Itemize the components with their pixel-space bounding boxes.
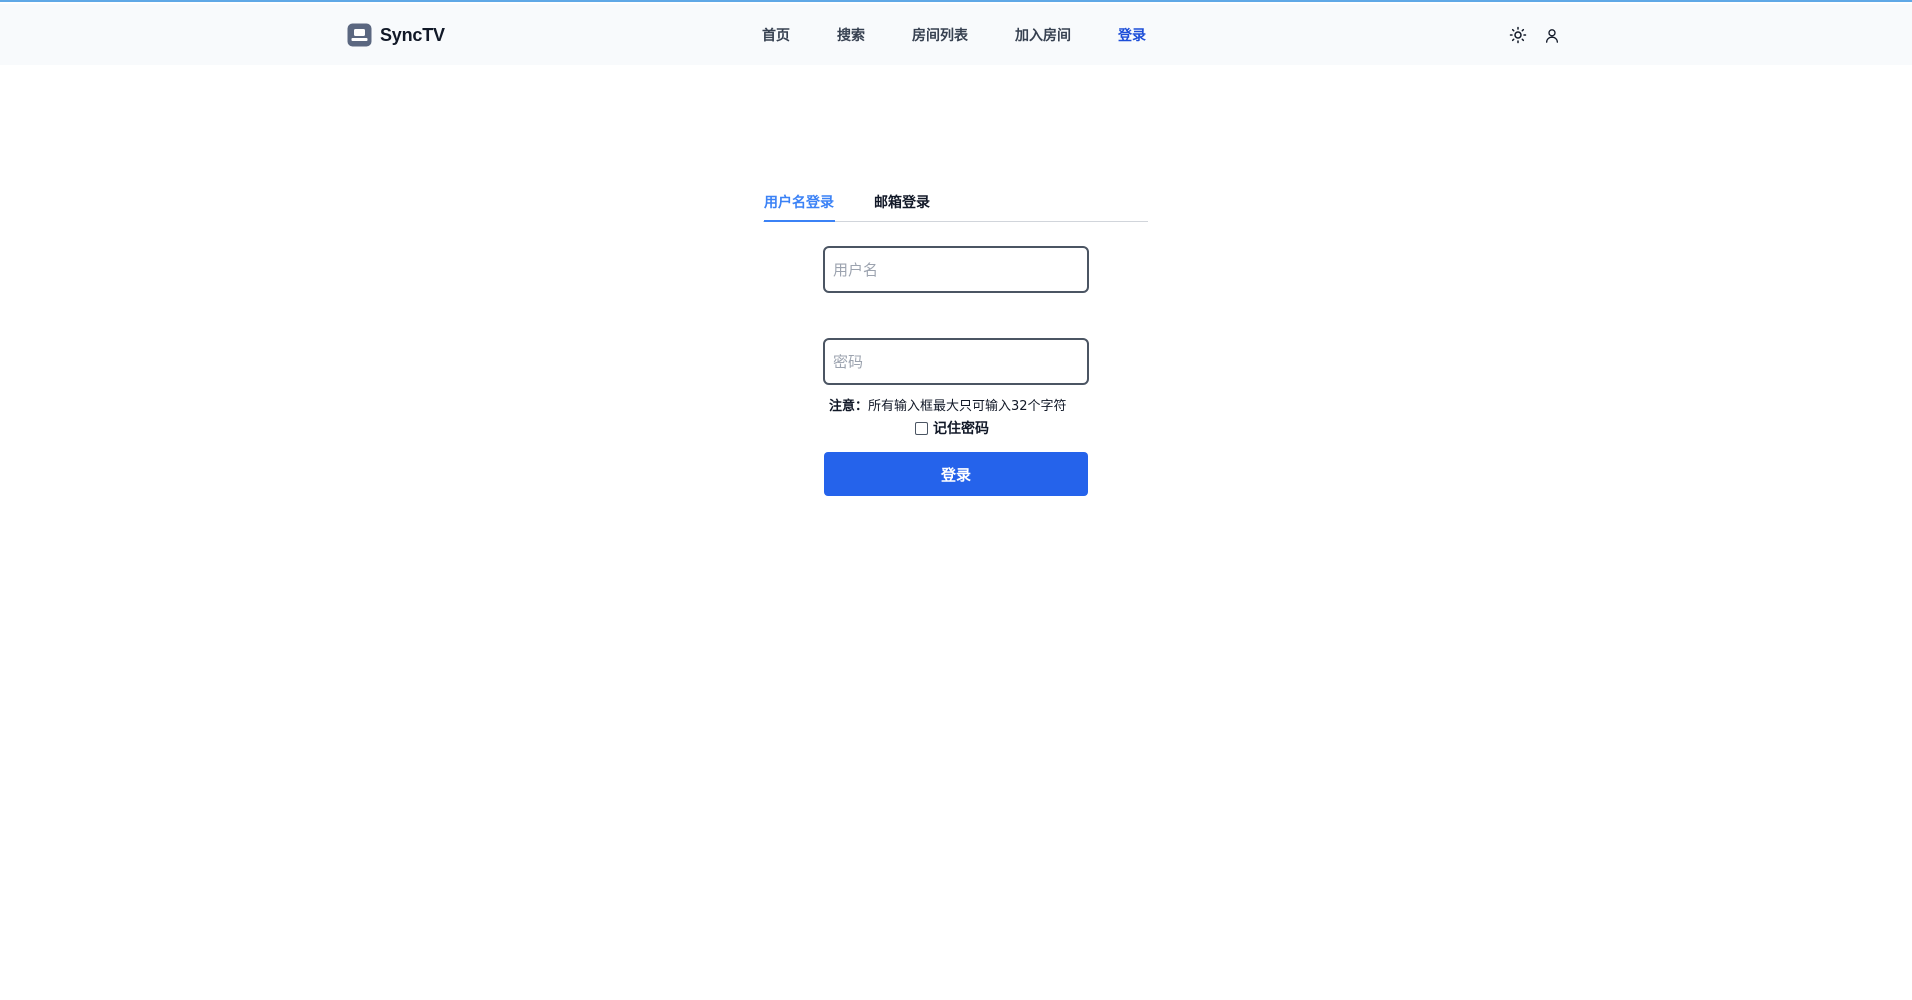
- username-input[interactable]: [823, 246, 1089, 293]
- account-button[interactable]: [1542, 25, 1562, 45]
- login-submit-button[interactable]: 登录: [824, 452, 1088, 496]
- brand-name: SyncTV: [380, 24, 445, 45]
- brand[interactable]: SyncTV: [347, 22, 445, 48]
- input-length-notice: 注意：所有输入框最大只可输入32个字符: [829, 395, 1089, 415]
- password-input[interactable]: [823, 338, 1089, 385]
- notice-text: 所有输入框最大只可输入32个字符: [868, 399, 1067, 414]
- tab-username-login[interactable]: 用户名登录: [764, 192, 835, 222]
- main-nav: 首页 搜索 房间列表 加入房间 登录: [762, 24, 1146, 46]
- nav-login[interactable]: 登录: [1118, 25, 1146, 45]
- sun-icon: [1509, 26, 1527, 44]
- top-navbar: SyncTV 首页 搜索 房间列表 加入房间 登录: [0, 4, 1912, 65]
- nav-join-room[interactable]: 加入房间: [1015, 25, 1071, 45]
- login-tabs: 用户名登录 邮箱登录: [763, 184, 1148, 222]
- user-icon: [1546, 28, 1558, 43]
- remember-password-checkbox[interactable]: [915, 421, 928, 435]
- theme-toggle-button[interactable]: [1508, 25, 1528, 45]
- tv-logo-icon: [347, 23, 372, 47]
- remember-password-label: 记住密码: [933, 421, 989, 437]
- app-window: SyncTV 首页 搜索 房间列表 加入房间 登录 用户名登录 邮箱登录 用户名…: [0, 0, 1912, 1000]
- header-actions: [1508, 23, 1562, 47]
- remember-password[interactable]: 记住密码: [915, 418, 989, 438]
- notice-label: 注意：: [829, 399, 869, 414]
- tab-email-login[interactable]: 邮箱登录: [874, 192, 934, 222]
- nav-search[interactable]: 搜索: [837, 25, 865, 45]
- nav-room-list[interactable]: 房间列表: [912, 25, 968, 45]
- nav-home[interactable]: 首页: [762, 25, 790, 45]
